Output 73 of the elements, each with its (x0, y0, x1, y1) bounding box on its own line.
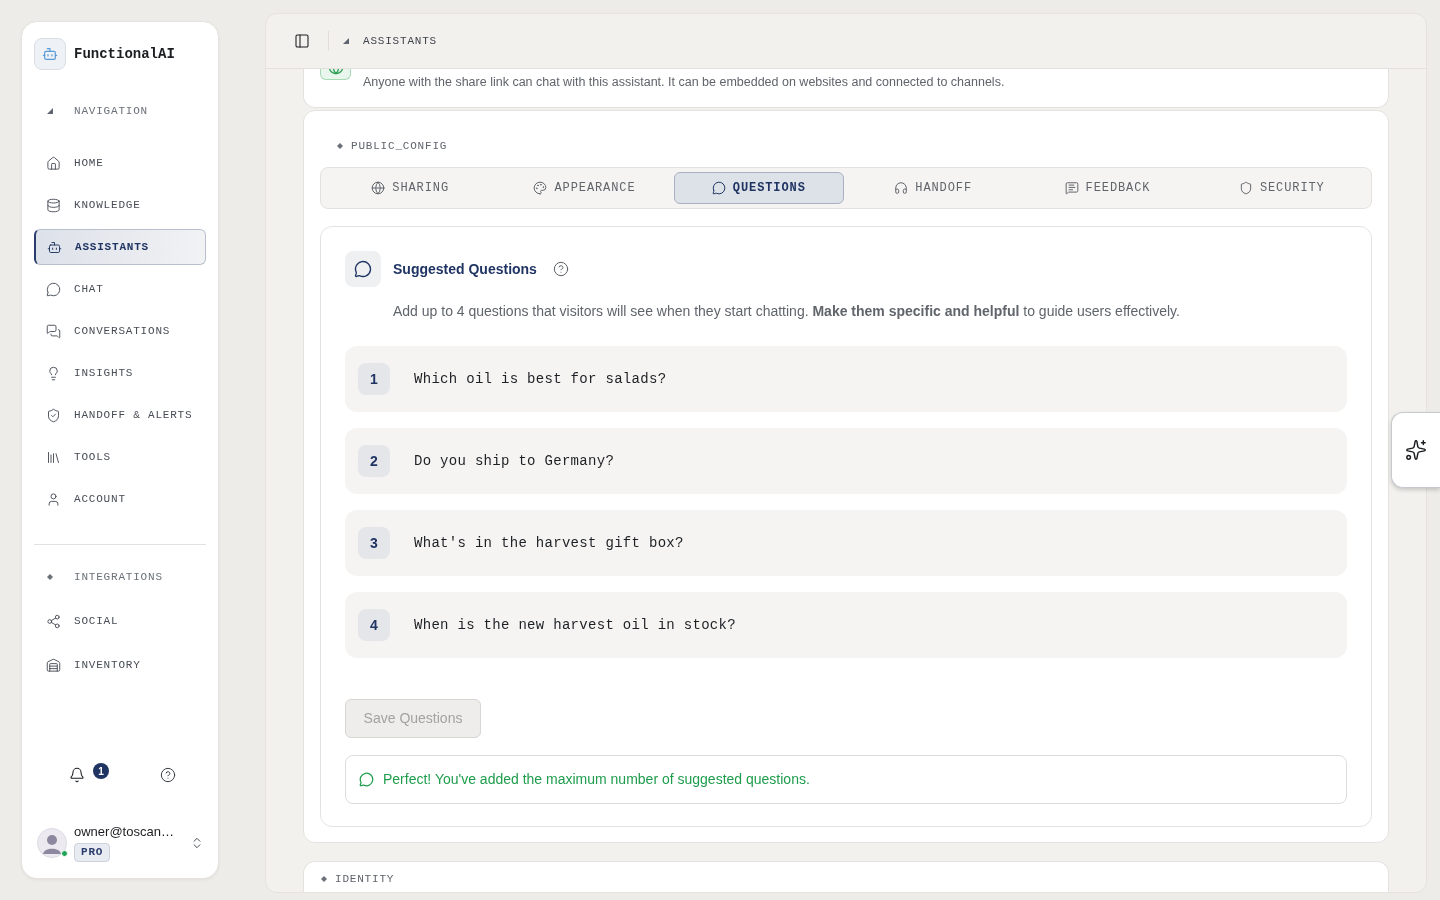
tab[interactable]: FEEDBACK (1022, 172, 1193, 204)
sidebar-item[interactable]: ASSISTANTS (34, 229, 206, 265)
sidebar-item[interactable]: CHAT (34, 271, 206, 307)
question-input[interactable]: Do you ship to Germany? (414, 450, 1331, 472)
sidebar-item[interactable]: INSIGHTS (34, 355, 206, 391)
triangle-icon (47, 108, 53, 114)
speech-bubble-icon (345, 251, 381, 287)
question-number: 4 (358, 609, 390, 641)
bell-icon (69, 767, 85, 783)
headphones-icon (894, 181, 909, 195)
share-icon (46, 613, 61, 629)
share-description: Anyone with the share link can chat with this assistant. It can be embedded on websites and connected to channels. (363, 74, 1005, 91)
help-button[interactable] (159, 766, 177, 784)
palette-icon (533, 181, 548, 195)
triangle-icon (343, 38, 349, 44)
sidebar-item[interactable]: HOME (34, 145, 206, 181)
section-label: PUBLIC_CONFIG (351, 140, 448, 152)
diamond-icon (47, 574, 53, 580)
sidebar-item[interactable]: CONVERSATIONS (34, 313, 206, 349)
diamond-icon (337, 143, 343, 149)
diamond-icon (321, 876, 327, 882)
tab[interactable]: SECURITY (1196, 172, 1367, 204)
tab[interactable]: SHARING (325, 172, 496, 204)
panel-title: Suggested Questions (393, 259, 537, 279)
question-number: 2 (358, 445, 390, 477)
sidebar-item[interactable]: HANDOFF & ALERTS (34, 397, 206, 433)
globe-icon (371, 181, 386, 195)
house-icon (46, 155, 61, 171)
chat-bubbles-icon (46, 323, 61, 339)
sidebar-item[interactable]: ACCOUNT (34, 481, 206, 517)
tab[interactable]: APPEARANCE (499, 172, 670, 204)
sidebar-toggle-button[interactable] (293, 32, 311, 50)
logo-icon (34, 38, 66, 70)
robot-icon (47, 239, 62, 255)
shield-check-icon (46, 407, 61, 423)
warehouse-icon (46, 657, 61, 673)
question-input[interactable]: Which oil is best for salads? (414, 368, 1331, 390)
question-input[interactable]: When is the new harvest oil in stock? (414, 614, 1331, 636)
sidebar-item[interactable]: TOOLS (34, 439, 206, 475)
speech-bubble-icon (46, 281, 61, 297)
tab[interactable]: HANDOFF (848, 172, 1019, 204)
database-icon (46, 197, 61, 213)
sidebar-item[interactable]: KNOWLEDGE (34, 187, 206, 223)
section-label: NAVIGATION (74, 105, 148, 117)
person-icon (46, 491, 61, 507)
notification-count: 1 (93, 763, 109, 779)
question-number: 1 (358, 363, 390, 395)
sidebar-toggle-icon (294, 33, 310, 49)
brand-name: FunctionalAI (74, 44, 175, 64)
section-label: INTEGRATIONS (74, 571, 163, 583)
speech-bubble-icon (711, 181, 726, 195)
tab[interactable]: QUESTIONS (673, 172, 844, 204)
success-message: Perfect! You've added the maximum number of suggested questions. (383, 770, 810, 789)
speech-bubble-icon (359, 772, 374, 787)
ai-assistant-button[interactable] (1391, 412, 1440, 488)
globe-tile-icon (320, 69, 351, 80)
lightbulb-icon (46, 365, 61, 381)
help-icon (160, 767, 176, 783)
user-avatar (37, 828, 67, 858)
panel-description: Add up to 4 questions that visitors will see when they start chatting. Make them specific and helpful to guide users effectively. (392, 302, 1181, 321)
help-icon[interactable] (552, 261, 569, 277)
sparkles-icon (1405, 439, 1427, 461)
plan-badge: PRO (74, 843, 111, 862)
user-email: owner@toscan… (74, 824, 175, 840)
section-label: IDENTITY (335, 873, 395, 885)
question-input[interactable]: What's in the harvest gift box? (414, 532, 1331, 554)
sidebar-item[interactable]: INVENTORY (34, 647, 206, 683)
breadcrumb[interactable]: ASSISTANTS (363, 32, 437, 50)
notifications-button[interactable] (68, 766, 86, 784)
sidebar-item[interactable]: SOCIAL (34, 603, 206, 639)
shield-icon (1238, 181, 1253, 195)
question-number: 3 (358, 527, 390, 559)
books-icon (46, 449, 61, 465)
